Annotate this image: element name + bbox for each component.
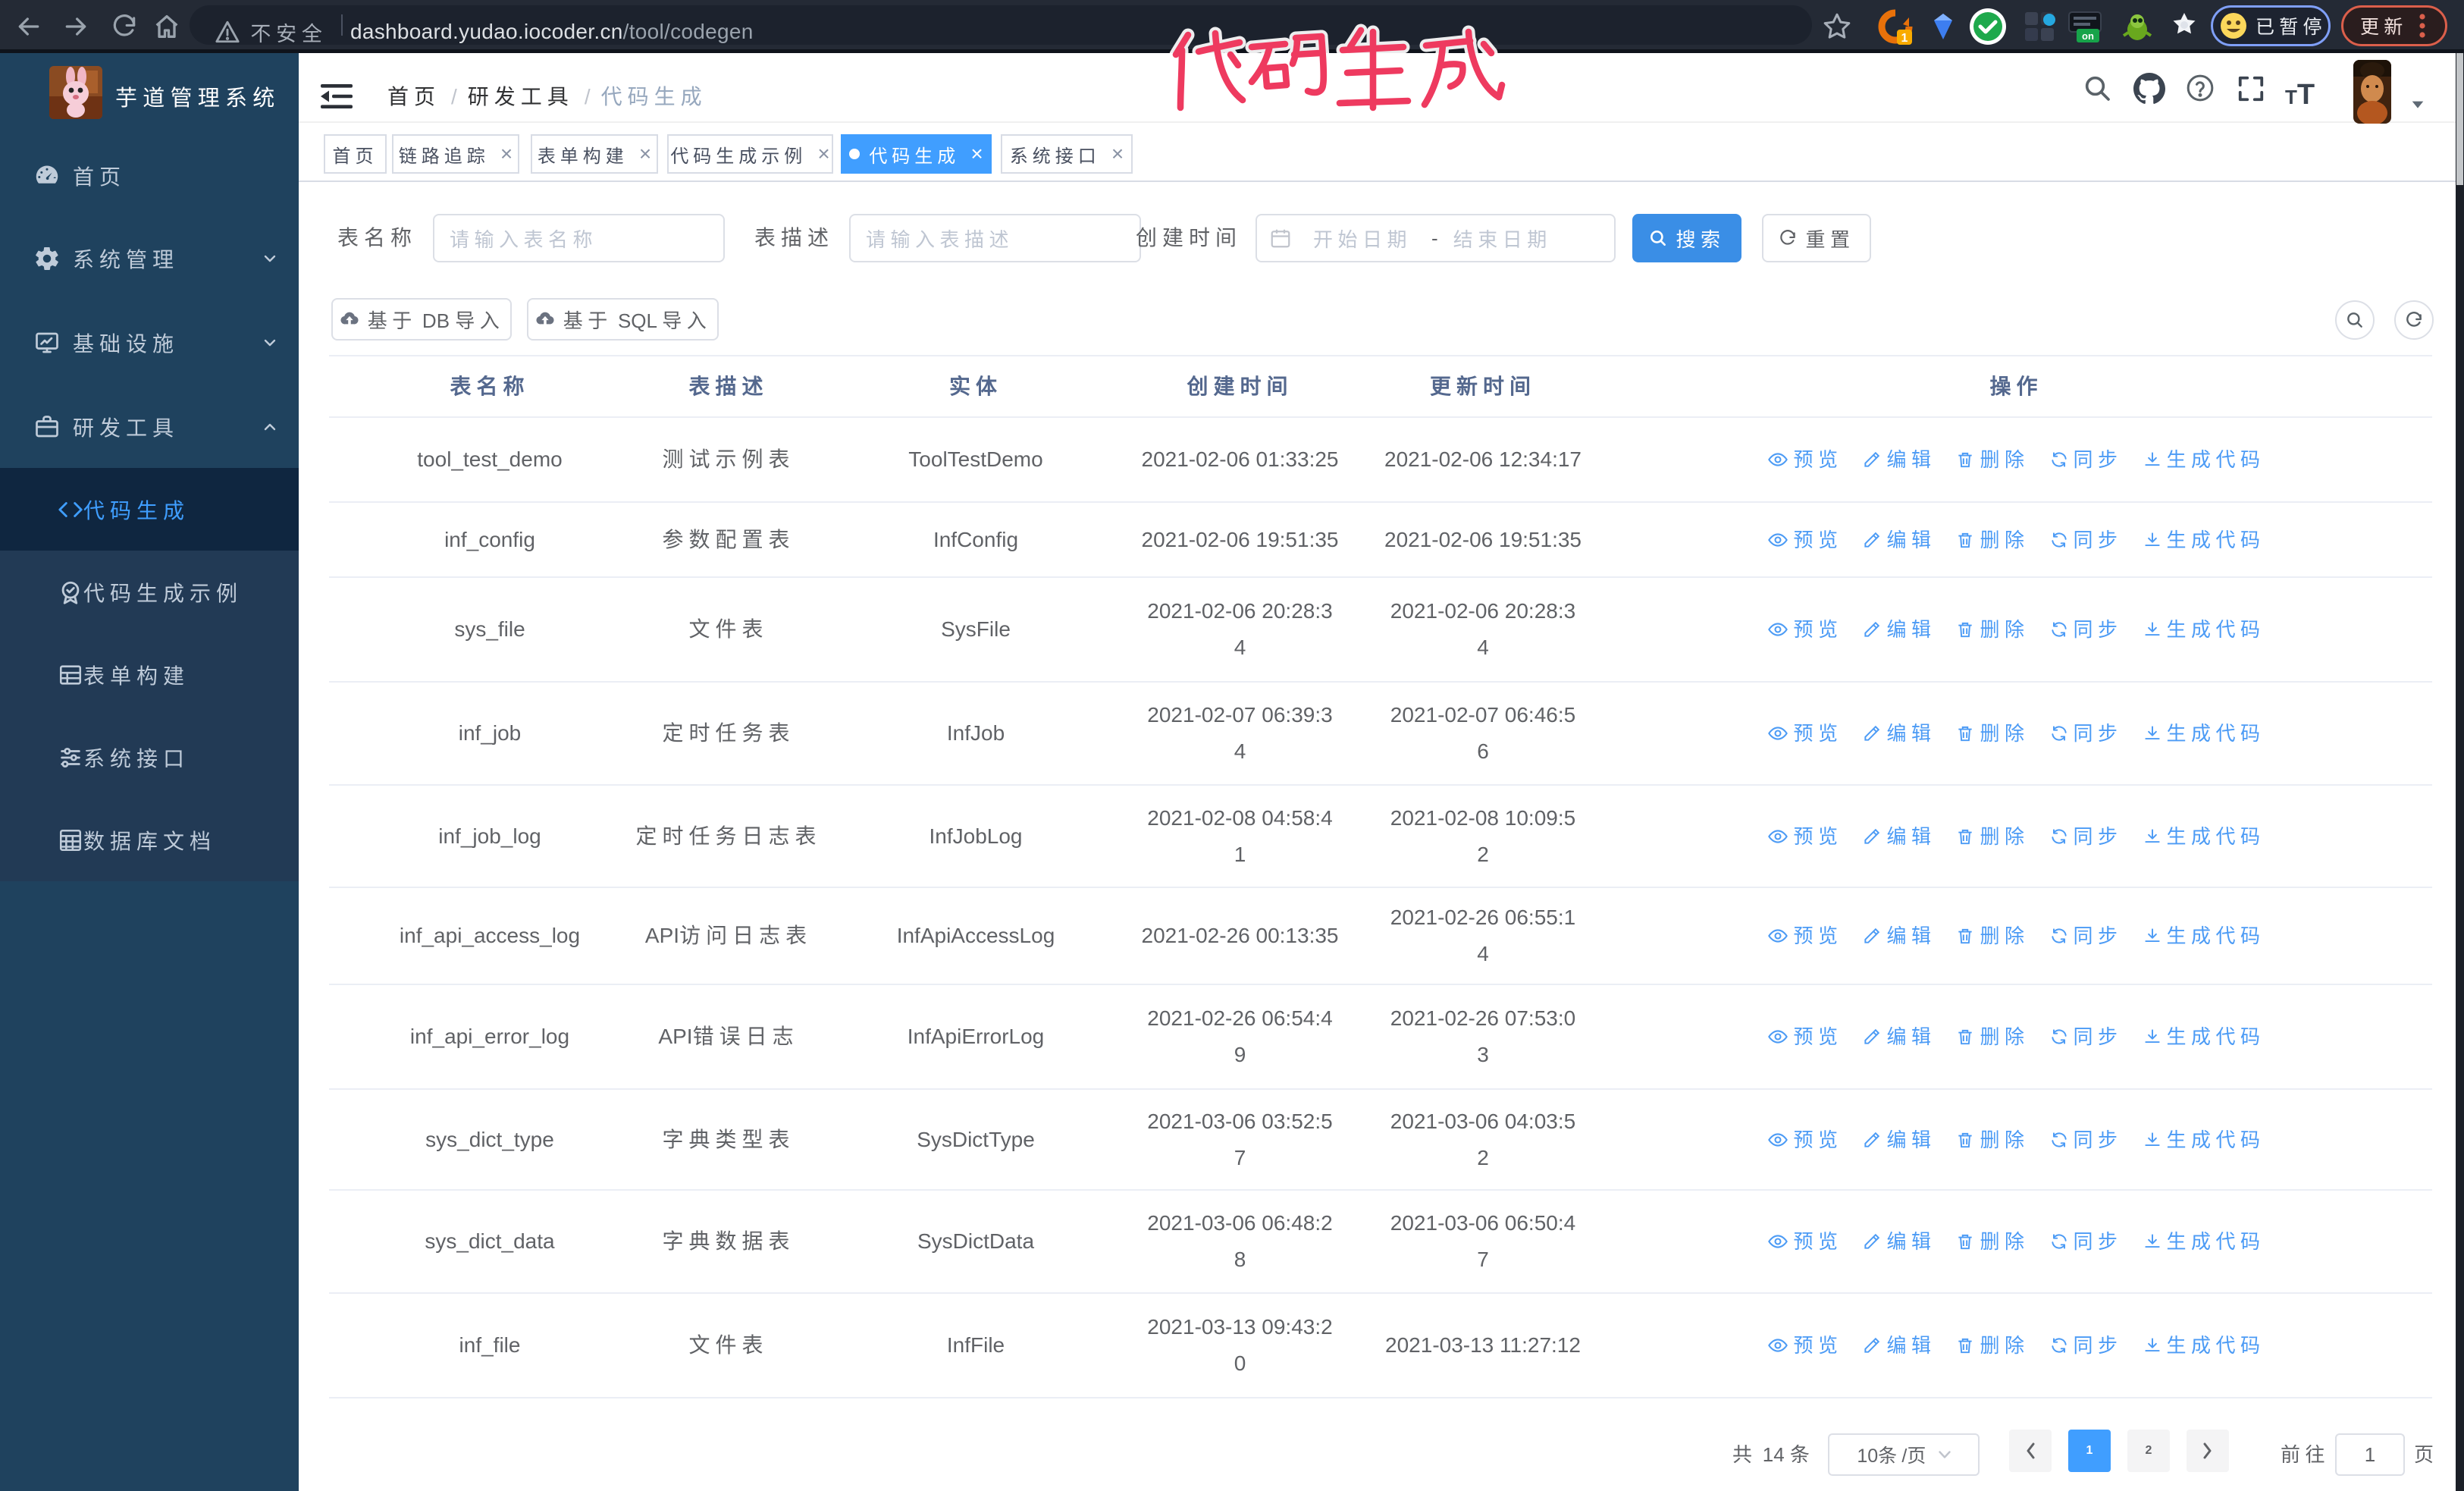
svg-text:1: 1: [1901, 32, 1908, 45]
svg-text:on: on: [2082, 30, 2094, 42]
